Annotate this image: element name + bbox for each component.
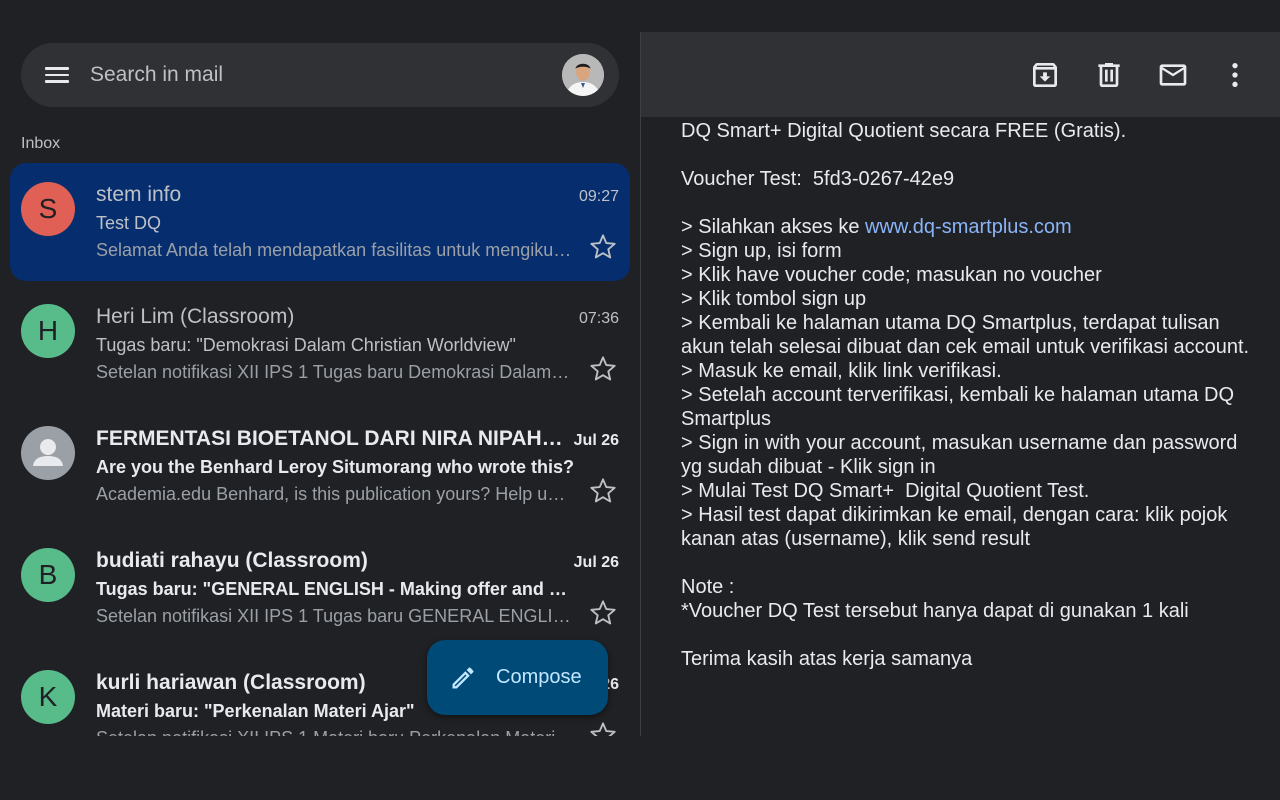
- star-icon[interactable]: [589, 355, 617, 383]
- message-line: > Kembali ke halaman utama DQ Smartplus,…: [681, 312, 1250, 358]
- mail-list-item[interactable]: Bbudiati rahayu (Classroom) Jul 26 Tugas b…: [10, 529, 630, 647]
- message-line: *Voucher DQ Test tersebut hanya dapat di…: [681, 600, 1189, 622]
- message-line: > Klik tombol sign up: [681, 288, 867, 310]
- hamburger-menu-icon[interactable]: [43, 63, 73, 87]
- sender-name: FERMENTASI BIOETANOL DARI NIRA NIPAH (Ny…: [96, 427, 566, 450]
- star-icon[interactable]: [589, 477, 617, 505]
- message-line: > Mulai Test DQ Smart+ Digital Quotient …: [681, 480, 1090, 502]
- message-text: DQ Smart+ Digital Quotient secara FREE (…: [681, 119, 1261, 671]
- message-line: > Setelah account terverifikasi, kembali…: [681, 384, 1240, 430]
- delete-icon[interactable]: [1093, 59, 1125, 91]
- sender-name: budiati rahayu (Classroom): [96, 549, 368, 572]
- message-line: Note :: [681, 576, 735, 598]
- mark-unread-icon[interactable]: [1157, 59, 1189, 91]
- search-bar[interactable]: [21, 43, 619, 107]
- email-snippet: Setelan notifikasi XII IPS 1 Materi baru…: [96, 728, 574, 736]
- email-time: 09:27: [578, 188, 619, 205]
- star-icon[interactable]: [589, 599, 617, 627]
- sender-name: stem info: [96, 183, 182, 206]
- email-subject: Are you the Benhard Leroy Situmorang who…: [96, 457, 575, 477]
- sender-name: Heri Lim (Classroom): [96, 305, 295, 328]
- star-icon[interactable]: [589, 233, 617, 261]
- mail-list-item[interactable]: Sstem info 09:27 Test DQ Selamat Anda telah…: [10, 163, 630, 281]
- email-snippet: Setelan notifikasi XII IPS 1 Tugas baru …: [96, 362, 574, 382]
- message-line: > Sign up, isi form: [681, 240, 842, 262]
- message-line: > Hasil test dapat dikirimkan ke email, …: [681, 504, 1233, 550]
- email-time: Jul 26: [573, 554, 619, 571]
- sender-avatar[interactable]: B: [21, 548, 75, 602]
- more-vert-icon[interactable]: [1219, 59, 1251, 91]
- message-line-text: > Silahkan akses ke: [681, 216, 865, 238]
- archive-icon[interactable]: [1029, 59, 1061, 91]
- star-icon[interactable]: [589, 721, 617, 736]
- email-subject: Tugas baru: "GENERAL ENGLISH - Making of…: [96, 579, 576, 599]
- email-time: 07:36: [578, 310, 619, 327]
- message-line: > Sign in with your account, masukan use…: [681, 432, 1243, 478]
- message-line: Terima kasih atas kerja samanya: [681, 648, 973, 670]
- email-snippet: Setelan notifikasi XII IPS 1 Tugas baru …: [96, 606, 574, 626]
- message-line: > Silahkan akses ke www.dq-smartplus.com: [681, 215, 1261, 239]
- message-line: > Klik have voucher code; masukan no vou…: [681, 264, 1102, 286]
- mail-list-item[interactable]: H Heri Lim (Classroom) 07:36 Tugas baru: "D…: [10, 285, 630, 403]
- message-body: DQ Smart+ Digital Quotient secara FREE (…: [641, 117, 1280, 736]
- sender-avatar[interactable]: S: [21, 182, 75, 236]
- email-snippet: Academia.edu Benhard, is this publicatio…: [96, 484, 574, 504]
- inbox-section-label: Inbox: [21, 135, 61, 152]
- message-line: Voucher Test: 5fd3-0267-42e9: [681, 168, 955, 190]
- sender-avatar[interactable]: K: [21, 670, 75, 724]
- email-time: Jul 26: [573, 432, 619, 449]
- pencil-icon: [452, 667, 474, 689]
- website-link[interactable]: www.dq-smartplus.com: [865, 216, 1072, 238]
- message-line: > Masuk ke email, klik link verifikasi.: [681, 360, 1002, 382]
- mail-list-item[interactable]: FERMENTASI BIOETANOL DARI NIRA NIPAH (Ny…: [10, 407, 630, 525]
- email-snippet: Selamat Anda telah mendapatkan fasilitas…: [96, 240, 574, 260]
- account-avatar[interactable]: [562, 54, 604, 96]
- message-line: DQ Smart+ Digital Quotient secara FREE (…: [681, 120, 1127, 142]
- compose-label: Compose: [496, 666, 582, 688]
- sender-avatar[interactable]: H: [21, 304, 75, 358]
- sender-avatar[interactable]: [21, 426, 75, 480]
- mail-list-pane: Inbox Sstem info 09:27 Test DQ Selamat Anda…: [0, 0, 640, 736]
- email-subject: Test DQ: [96, 213, 162, 233]
- email-subject: Tugas baru: "Demokrasi Dalam Christian W…: [96, 335, 516, 355]
- message-toolbar: [641, 32, 1280, 117]
- compose-button[interactable]: Compose: [427, 640, 608, 715]
- search-input[interactable]: [90, 57, 530, 93]
